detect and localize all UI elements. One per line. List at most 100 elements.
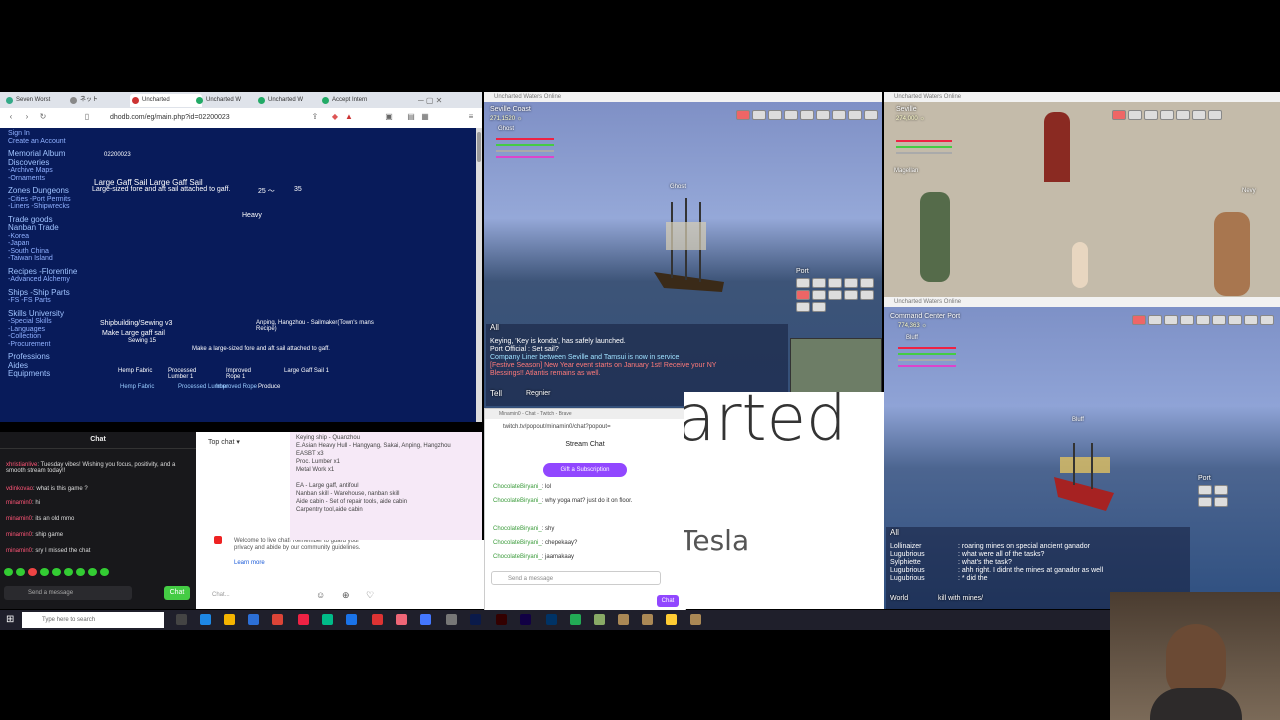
game-window-town[interactable]: Uncharted Waters Online Seville 274,000 …: [884, 92, 1280, 297]
chat-username[interactable]: ChocolateBiryani_: [493, 498, 542, 504]
chat-username[interactable]: minamin0: [6, 532, 32, 538]
game-icon[interactable]: [642, 614, 653, 625]
reload-icon[interactable]: ↻: [38, 112, 48, 122]
app-icon[interactable]: [372, 614, 383, 625]
shield-icon[interactable]: ◆: [330, 112, 340, 122]
start-icon[interactable]: ⊞: [6, 614, 14, 625]
popup-url[interactable]: twitch.tv/popout/minamin0/chat?popout=: [485, 421, 685, 433]
toolbar-icons[interactable]: [1112, 110, 1222, 120]
game-window-port[interactable]: Uncharted Waters Online Command Center P…: [884, 297, 1280, 609]
chat-username[interactable]: ChocolateBiryani_: [493, 526, 542, 532]
window-controls[interactable]: ─ ▢ ✕: [418, 94, 478, 107]
url-field[interactable]: dhodb.com/eg/main.php?id=02200023: [110, 111, 330, 124]
chat-username[interactable]: ChocolateBiryani_: [493, 554, 542, 560]
player-figure[interactable]: [920, 192, 950, 282]
page-scrollbar[interactable]: [476, 128, 482, 422]
popup-chat-button[interactable]: Chat: [657, 595, 679, 607]
game-window-sea[interactable]: Uncharted Waters Online Seville Coast 27…: [484, 92, 882, 408]
app-icon[interactable]: [446, 614, 457, 625]
sidebar-link[interactable]: Recipes -Florentine: [8, 267, 77, 276]
forward-icon[interactable]: ›: [22, 112, 32, 122]
menu-icon[interactable]: ≡: [466, 112, 476, 122]
add-icon[interactable]: ⊕: [342, 590, 350, 601]
mail-icon[interactable]: [248, 614, 259, 625]
popup-chat-input[interactable]: Send a message: [491, 571, 661, 585]
sidebar-link[interactable]: -Procurement: [8, 341, 50, 349]
sidebar-link[interactable]: Equipments: [8, 370, 50, 378]
chat-username[interactable]: minamin0: [6, 500, 32, 506]
yt-chat-input[interactable]: Chat...: [212, 592, 230, 598]
sidebar-link[interactable]: Nanban Trade: [8, 224, 59, 232]
browser-tab[interactable]: Accept Intern: [320, 94, 390, 107]
npc-figure[interactable]: [1044, 112, 1070, 182]
extension-icon[interactable]: ▣: [384, 112, 394, 122]
game-icon[interactable]: [690, 614, 701, 625]
app-icon[interactable]: [666, 614, 677, 625]
chat-tab-all[interactable]: All: [490, 324, 499, 332]
port-menu-icons[interactable]: [1198, 485, 1238, 507]
back-icon[interactable]: ‹: [6, 112, 16, 122]
browser-tab[interactable]: ネット: [68, 94, 136, 107]
sidebar-link[interactable]: Skills University: [8, 309, 64, 318]
chat-author[interactable]: Lugubrious: [890, 551, 958, 559]
browser-tab-active[interactable]: Uncharted: [130, 94, 202, 107]
learn-more-link[interactable]: Learn more: [234, 560, 265, 566]
toolbar-icons[interactable]: [736, 110, 878, 120]
browser-tab[interactable]: Uncharted W: [194, 94, 264, 107]
sidebar-link[interactable]: -Liners -Shipwrecks: [8, 203, 69, 211]
explorer-icon[interactable]: [224, 614, 235, 625]
edge-icon[interactable]: [200, 614, 211, 625]
taskbar-search[interactable]: Type here to search: [22, 612, 164, 628]
task-view-icon[interactable]: [176, 614, 187, 625]
bookmark-icon[interactable]: ▯: [82, 112, 92, 122]
port-menu-icons[interactable]: [796, 278, 876, 312]
illustrator-icon[interactable]: [496, 614, 507, 625]
emoji-icon[interactable]: ☺: [316, 590, 325, 600]
npc-figure[interactable]: [1214, 212, 1250, 296]
chat-author[interactable]: Sylphiette: [890, 559, 958, 567]
heart-icon[interactable]: ♡: [366, 590, 374, 601]
sidebar-link[interactable]: Professions: [8, 353, 50, 361]
top-chat-dropdown[interactable]: Top chat ▾: [208, 438, 240, 446]
sidebar-link[interactable]: Zones Dungeons: [8, 187, 69, 195]
chat-author[interactable]: Lugubrious: [890, 567, 958, 575]
premiere-icon[interactable]: [520, 614, 531, 625]
wallet-icon[interactable]: ▦: [420, 112, 430, 122]
chat-tab-all[interactable]: All: [890, 529, 899, 537]
app-icon[interactable]: [594, 614, 605, 625]
chat-input[interactable]: kill with mines/: [938, 595, 983, 603]
twitch-chat-input[interactable]: Send a message: [4, 586, 132, 600]
chat-username[interactable]: minamin0: [6, 516, 32, 522]
photoshop-icon[interactable]: [470, 614, 481, 625]
sidebar-link[interactable]: Create an Account: [8, 138, 66, 146]
minimap[interactable]: [790, 338, 882, 400]
app-icon[interactable]: [346, 614, 357, 625]
produce-button[interactable]: Produce: [258, 384, 280, 390]
app-icon[interactable]: [546, 614, 557, 625]
browser-tab[interactable]: Seven Worst: [4, 94, 74, 107]
chat-username[interactable]: ChocolateBiryani_: [493, 540, 542, 546]
chat-author[interactable]: Lollinaizer: [890, 543, 958, 551]
rewards-icon[interactable]: ▲: [344, 112, 354, 122]
sidebar-link[interactable]: -Taiwan Island: [8, 255, 53, 263]
sidebar-link[interactable]: Ships -Ship Parts: [8, 288, 70, 297]
gift-subscription-button[interactable]: Gift a Subscription: [543, 463, 627, 477]
browser-tab[interactable]: Uncharted W: [256, 94, 326, 107]
chat-username[interactable]: vdinkovao: [6, 486, 33, 492]
game-icon[interactable]: [618, 614, 629, 625]
tell-input[interactable]: Regnier: [526, 390, 551, 398]
chrome-icon[interactable]: [272, 614, 283, 625]
app-icon[interactable]: [570, 614, 581, 625]
chat-username[interactable]: minamin0: [6, 548, 32, 554]
share-icon[interactable]: ⇪: [310, 112, 320, 122]
app-icon[interactable]: [322, 614, 333, 625]
sidebar-link[interactable]: Memorial Album: [8, 150, 65, 158]
app-icon[interactable]: [420, 614, 431, 625]
chat-username[interactable]: ChocolateBiryani_: [493, 484, 542, 490]
sidebar-link[interactable]: Discoveries: [8, 158, 49, 167]
brave-icon[interactable]: [298, 614, 309, 625]
npc-figure[interactable]: [1072, 242, 1088, 288]
sidebar-link[interactable]: -FS -FS Parts: [8, 297, 51, 305]
emote-row[interactable]: [4, 568, 144, 576]
ship-sprite[interactable]: [644, 192, 734, 302]
